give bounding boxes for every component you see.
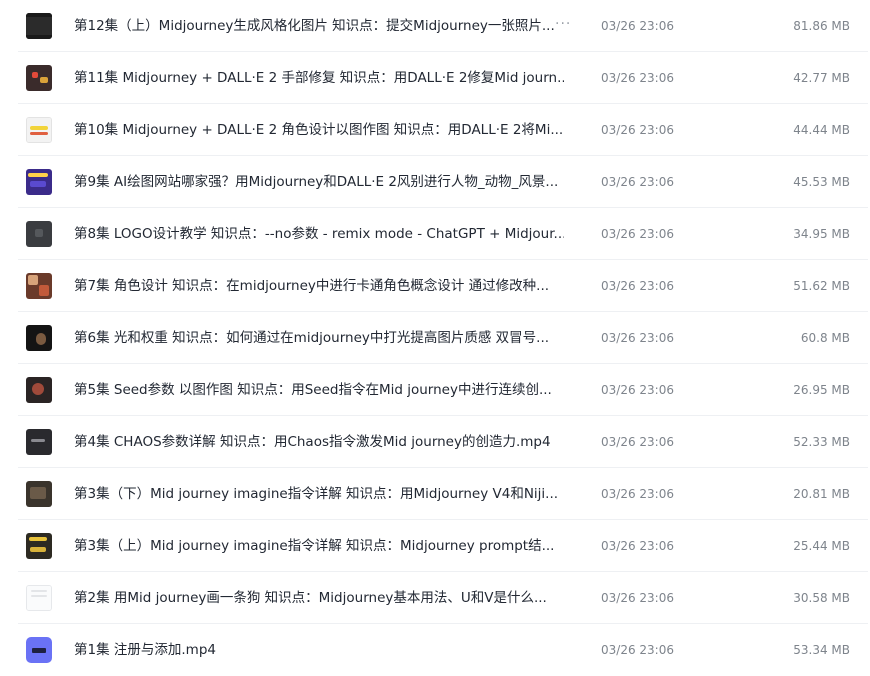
file-date: 03/26 23:06: [601, 487, 674, 501]
file-size: 81.86 MB: [793, 19, 850, 33]
file-name[interactable]: 第2集 用Mid journey画一条狗 知识点：Midjourney基本用法、…: [74, 572, 564, 624]
video-thumbnail-icon: [26, 377, 52, 403]
video-thumbnail-icon: [26, 13, 52, 39]
file-date: 03/26 23:06: [601, 383, 674, 397]
file-size: 51.62 MB: [793, 279, 850, 293]
file-date: 03/26 23:06: [601, 331, 674, 345]
file-row[interactable]: 第5集 Seed参数 以图作图 知识点：用Seed指令在Mid journey中…: [0, 364, 870, 416]
file-date: 03/26 23:06: [601, 643, 674, 657]
file-row[interactable]: 第4集 CHAOS参数详解 知识点：用Chaos指令激发Mid journey的…: [0, 416, 870, 468]
file-name[interactable]: 第11集 Midjourney + DALL·E 2 手部修复 知识点：用DAL…: [74, 52, 564, 104]
more-options-icon[interactable]: ···: [555, 0, 571, 52]
file-list: 第12集（上）Midjourney生成风格化图片 知识点：提交Midjourne…: [0, 0, 870, 672]
file-name[interactable]: 第3集（上）Mid journey imagine指令详解 知识点：Midjou…: [74, 520, 564, 572]
video-thumbnail-icon: [26, 221, 52, 247]
file-date: 03/26 23:06: [601, 435, 674, 449]
file-name[interactable]: 第4集 CHAOS参数详解 知识点：用Chaos指令激发Mid journey的…: [74, 416, 564, 468]
file-row[interactable]: 第12集（上）Midjourney生成风格化图片 知识点：提交Midjourne…: [0, 0, 870, 52]
file-size: 52.33 MB: [793, 435, 850, 449]
file-row[interactable]: 第1集 注册与添加.mp4 03/26 23:06 53.34 MB: [0, 624, 870, 676]
file-name[interactable]: 第6集 光和权重 知识点：如何通过在midjourney中打光提高图片质感 双冒…: [74, 312, 564, 364]
file-name[interactable]: 第8集 LOGO设计教学 知识点：--no参数 - remix mode - C…: [74, 208, 564, 260]
video-thumbnail-icon: [26, 585, 52, 611]
file-date: 03/26 23:06: [601, 123, 674, 137]
file-size: 25.44 MB: [793, 539, 850, 553]
file-size: 60.8 MB: [800, 331, 850, 345]
file-row[interactable]: 第7集 角色设计 知识点：在midjourney中进行卡通角色概念设计 通过修改…: [0, 260, 870, 312]
file-size: 44.44 MB: [793, 123, 850, 137]
file-date: 03/26 23:06: [601, 175, 674, 189]
file-row[interactable]: 第3集（上）Mid journey imagine指令详解 知识点：Midjou…: [0, 520, 870, 572]
file-row[interactable]: 第8集 LOGO设计教学 知识点：--no参数 - remix mode - C…: [0, 208, 870, 260]
file-size: 30.58 MB: [793, 591, 850, 605]
file-date: 03/26 23:06: [601, 279, 674, 293]
video-thumbnail-icon: [26, 169, 52, 195]
file-name[interactable]: 第1集 注册与添加.mp4: [74, 624, 564, 676]
file-row[interactable]: 第2集 用Mid journey画一条狗 知识点：Midjourney基本用法、…: [0, 572, 870, 624]
file-name[interactable]: 第5集 Seed参数 以图作图 知识点：用Seed指令在Mid journey中…: [74, 364, 564, 416]
file-row[interactable]: 第10集 Midjourney + DALL·E 2 角色设计以图作图 知识点：…: [0, 104, 870, 156]
file-date: 03/26 23:06: [601, 227, 674, 241]
file-date: 03/26 23:06: [601, 71, 674, 85]
file-size: 42.77 MB: [793, 71, 850, 85]
video-thumbnail-icon: [26, 117, 52, 143]
file-row[interactable]: 第9集 AI绘图网站哪家强？用Midjourney和DALL·E 2风别进行人物…: [0, 156, 870, 208]
video-thumbnail-icon: [26, 325, 52, 351]
file-name[interactable]: 第9集 AI绘图网站哪家强？用Midjourney和DALL·E 2风别进行人物…: [74, 156, 564, 208]
video-thumbnail-icon: [26, 65, 52, 91]
video-file-icon: [26, 637, 52, 663]
video-thumbnail-icon: [26, 533, 52, 559]
file-date: 03/26 23:06: [601, 591, 674, 605]
file-name[interactable]: 第3集（下）Mid journey imagine指令详解 知识点：用Midjo…: [74, 468, 564, 520]
file-name[interactable]: 第10集 Midjourney + DALL·E 2 角色设计以图作图 知识点：…: [74, 104, 564, 156]
file-size: 45.53 MB: [793, 175, 850, 189]
file-row[interactable]: 第3集（下）Mid journey imagine指令详解 知识点：用Midjo…: [0, 468, 870, 520]
file-size: 26.95 MB: [793, 383, 850, 397]
video-thumbnail-icon: [26, 273, 52, 299]
file-date: 03/26 23:06: [601, 19, 674, 33]
file-name[interactable]: 第7集 角色设计 知识点：在midjourney中进行卡通角色概念设计 通过修改…: [74, 260, 564, 312]
file-size: 34.95 MB: [793, 227, 850, 241]
video-thumbnail-icon: [26, 429, 52, 455]
file-size: 53.34 MB: [793, 643, 850, 657]
file-row[interactable]: 第11集 Midjourney + DALL·E 2 手部修复 知识点：用DAL…: [0, 52, 870, 104]
video-thumbnail-icon: [26, 481, 52, 507]
file-name[interactable]: 第12集（上）Midjourney生成风格化图片 知识点：提交Midjourne…: [74, 0, 564, 52]
file-row[interactable]: 第6集 光和权重 知识点：如何通过在midjourney中打光提高图片质感 双冒…: [0, 312, 870, 364]
file-size: 20.81 MB: [793, 487, 850, 501]
file-date: 03/26 23:06: [601, 539, 674, 553]
